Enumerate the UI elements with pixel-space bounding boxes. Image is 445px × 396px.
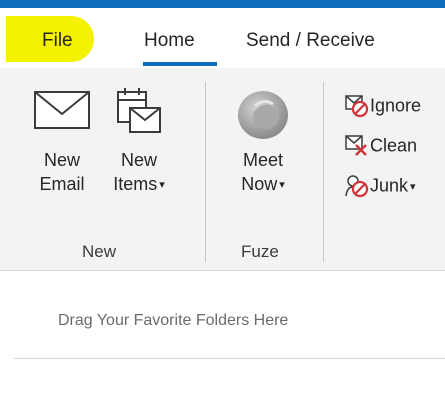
chevron-down-icon: ▾ xyxy=(159,179,165,192)
ignore-label: Ignore xyxy=(370,95,422,116)
ribbon-group-divider xyxy=(323,82,324,262)
clean-up-label: Clean xyxy=(370,135,418,156)
new-email-label-line1: New xyxy=(43,150,80,170)
tab-send-receive[interactable]: Send / Receive xyxy=(246,30,375,52)
new-items-label-line1: New xyxy=(120,150,157,170)
tab-home[interactable]: Home xyxy=(144,30,195,52)
favorites-drop-hint: Drag Your Favorite Folders Here xyxy=(58,312,289,329)
ribbon-group-label-fuze: Fuze xyxy=(241,242,279,261)
ribbon-group-label-new: New xyxy=(82,242,117,261)
meet-now-label-line2: Now ▾ xyxy=(241,174,285,194)
junk-icon xyxy=(344,174,370,198)
folder-pane-divider xyxy=(14,358,445,359)
active-tab-indicator xyxy=(143,62,217,66)
chevron-down-icon: ▾ xyxy=(279,179,285,192)
ribbon-tab-bar: File Home Send / Receive xyxy=(0,30,445,66)
junk-button[interactable]: Junk ▾ xyxy=(344,174,416,202)
new-items-button[interactable]: New Items ▾ xyxy=(108,86,170,197)
junk-label: Junk xyxy=(370,175,409,196)
ignore-button[interactable]: Ignore xyxy=(344,94,421,122)
clean-up-icon xyxy=(344,134,370,158)
ribbon-home-panel: New Email New Items ▾ Meet Now ▾ Ignore … xyxy=(0,68,445,271)
ignore-icon xyxy=(344,94,370,118)
clean-up-button[interactable]: Clean xyxy=(344,134,417,162)
meet-now-label-line1: Meet xyxy=(242,150,284,170)
new-email-button[interactable]: New Email xyxy=(30,90,94,196)
window-top-accent-bar xyxy=(0,0,445,8)
meet-now-button[interactable]: Meet Now ▾ xyxy=(228,86,298,197)
new-items-label-line2: Items ▾ xyxy=(113,174,165,194)
chevron-down-icon: ▾ xyxy=(410,180,416,193)
new-email-label-line2: Email xyxy=(39,174,85,194)
envelope-icon xyxy=(34,91,90,129)
meet-now-icon xyxy=(238,91,288,139)
ribbon-group-divider xyxy=(205,82,206,262)
tab-file[interactable]: File xyxy=(42,30,73,52)
new-items-icon xyxy=(117,88,161,133)
